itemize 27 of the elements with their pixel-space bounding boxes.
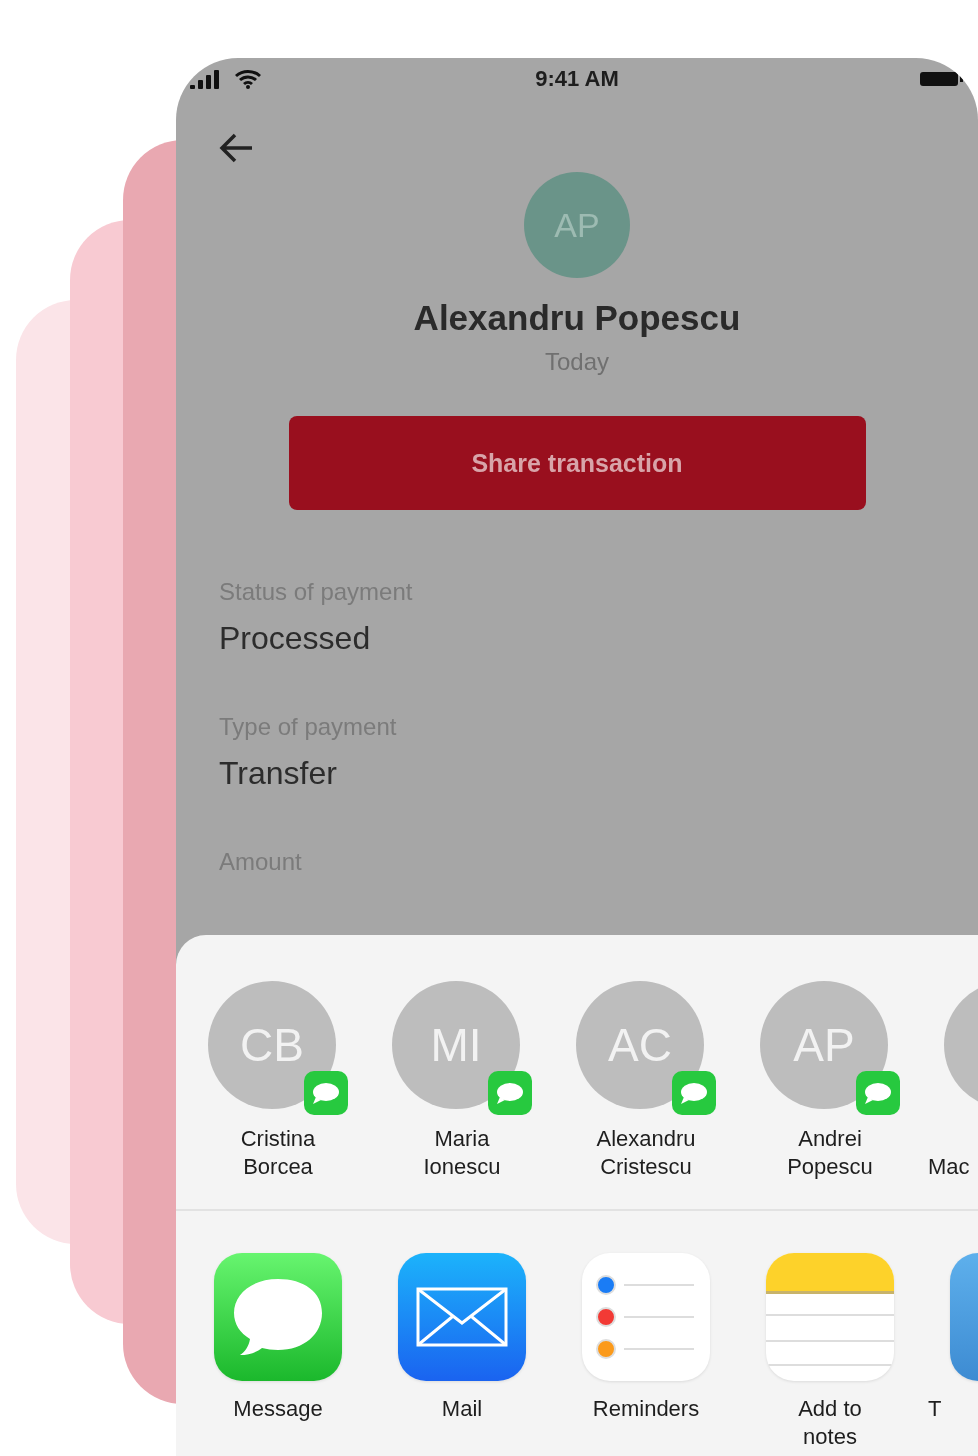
- detail-value: Processed: [219, 620, 372, 657]
- app-label: Message: [232, 1395, 324, 1423]
- share-transaction-button[interactable]: Share transaction: [288, 416, 866, 510]
- app-tile[interactable]: [582, 1253, 710, 1381]
- app-tile[interactable]: [766, 1253, 894, 1381]
- app-tile[interactable]: [214, 1253, 342, 1381]
- message-badge-icon: [856, 1071, 900, 1115]
- contact-label: Alexandru Cristescu: [595, 1125, 697, 1181]
- contact-label: Cristina Borcea: [239, 1125, 317, 1181]
- contact-label: Andrei Popescu: [786, 1125, 874, 1181]
- message-badge-icon: [672, 1071, 716, 1115]
- status-time: 9:41 AM: [535, 66, 619, 92]
- message-badge-icon: [304, 1071, 348, 1115]
- app-label: Add to notes: [797, 1395, 863, 1451]
- contact-label: Maria Ionescu: [422, 1125, 502, 1181]
- app-label: Reminders: [591, 1395, 701, 1423]
- back-arrow-icon: [218, 132, 254, 164]
- app-label: T: [928, 1395, 942, 1423]
- envelope-icon: [416, 1287, 508, 1347]
- detail-value: Transfer: [219, 755, 338, 792]
- battery-icon: [920, 71, 964, 87]
- message-badge-icon: [488, 1071, 532, 1115]
- app-tile[interactable]: [398, 1253, 526, 1381]
- contact-label: Mac: [928, 1153, 970, 1181]
- app-label: Mail: [440, 1395, 484, 1423]
- wifi-icon: [234, 69, 262, 89]
- contact-name: Alexandru Popescu: [413, 298, 741, 338]
